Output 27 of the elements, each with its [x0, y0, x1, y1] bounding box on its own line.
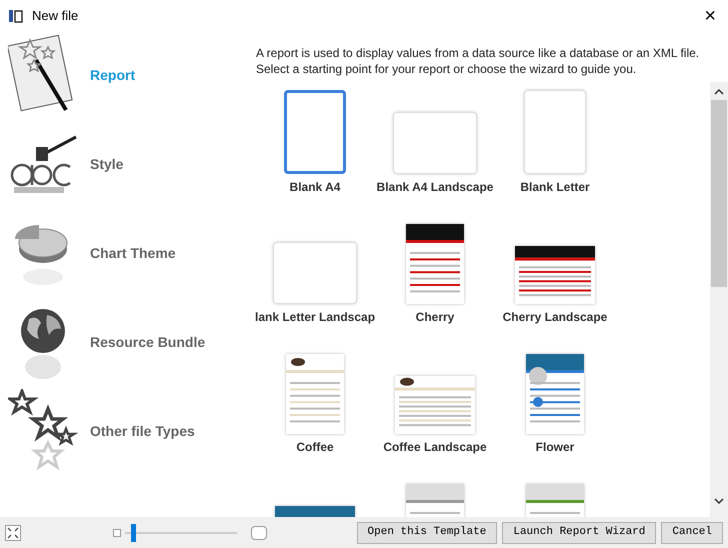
sidebar-item[interactable]: Chart Theme	[90, 243, 176, 264]
sidebar-item[interactable]: Resource Bundle	[90, 332, 206, 353]
template-label: Blank Letter	[520, 179, 590, 196]
sidebar-item[interactable]: Other file Types	[90, 421, 195, 442]
dialog-button[interactable]: Cancel	[661, 522, 723, 544]
fit-screen-icon[interactable]	[5, 524, 21, 540]
zoom-slider[interactable]	[125, 524, 237, 542]
dialog-button[interactable]: Launch Report Wizard	[502, 522, 656, 544]
slider-thumb[interactable]	[130, 524, 136, 542]
blank-page-thumbnail[interactable]	[284, 90, 346, 174]
sidebar-item[interactable]: Style	[90, 154, 124, 175]
window-title: New file	[32, 6, 80, 25]
close-button[interactable]: ×	[700, 6, 720, 26]
template-label: Cherry	[416, 309, 454, 326]
template-label: lank Letter Landscap	[254, 309, 376, 326]
description-text: A report is used to display values from a data source like a database or an XML file. Select a starting point for your report or choose the wizard to guide you.	[255, 45, 700, 78]
template-label: Flower	[536, 439, 574, 456]
template-label: Blank A4 Landscape	[376, 179, 494, 196]
zoom-out-square-icon[interactable]	[113, 528, 121, 536]
template-label: Coffee Landscape	[383, 439, 487, 456]
app-icon	[8, 8, 24, 24]
dialog-button[interactable]: Open this Template	[356, 522, 498, 544]
template-label: Blank A4	[290, 179, 340, 196]
sidebar-item[interactable]: Report	[90, 65, 136, 86]
scrollbar[interactable]	[710, 82, 728, 517]
template-label: Cherry Landscape	[502, 309, 608, 326]
template-label: Coffee	[296, 439, 334, 456]
